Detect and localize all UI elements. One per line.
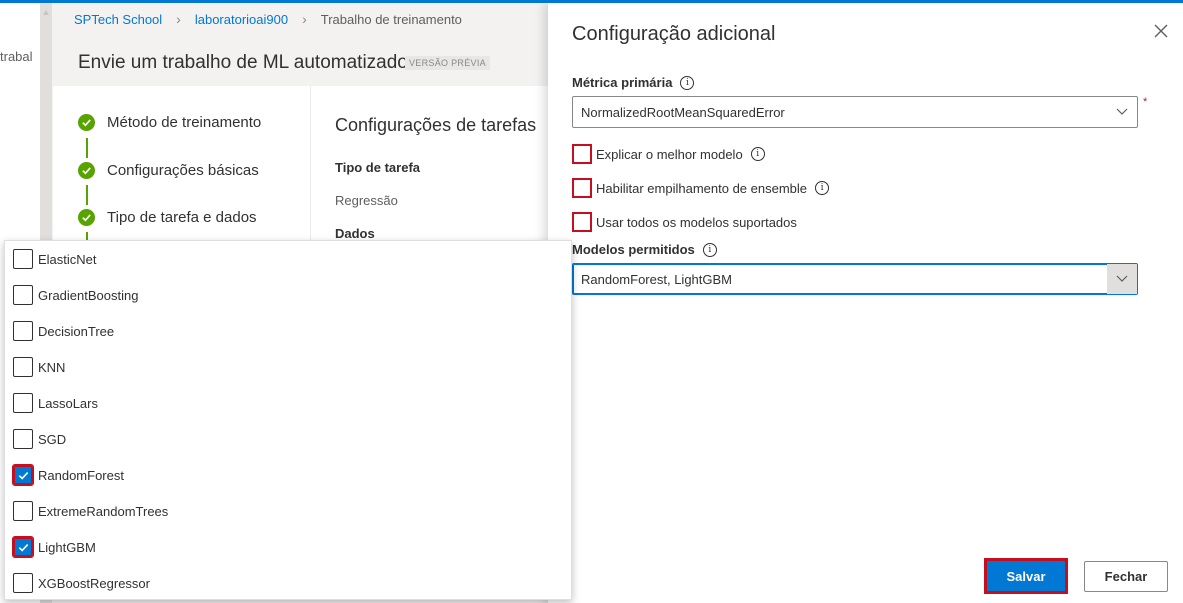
primary-metric-label-text: Métrica primária — [572, 75, 673, 90]
checkbox-box[interactable] — [572, 178, 592, 198]
info-icon[interactable]: i — [680, 75, 695, 90]
info-icon[interactable]: i — [815, 181, 830, 195]
option-label: ExtremeRandomTrees — [38, 503, 169, 519]
checkbox-explain-best-model[interactable]: Explicar o melhor modelo i — [572, 144, 765, 164]
checkbox-box[interactable] — [13, 285, 33, 305]
checkbox-box[interactable] — [13, 573, 33, 593]
breadcrumb-separator-icon: › — [176, 11, 181, 27]
breadcrumb-lab[interactable]: laboratorioai900 — [195, 12, 288, 27]
model-option-sgd[interactable]: SGD — [13, 427, 66, 451]
scroll-up-arrow-icon[interactable] — [43, 10, 49, 15]
info-icon[interactable]: i — [702, 242, 717, 257]
model-option-randomforest[interactable]: RandomForest — [12, 463, 124, 487]
task-type-value: Regressão — [335, 193, 398, 208]
breadcrumb: SPTech School › laboratorioai900 › Traba… — [74, 11, 462, 27]
option-label: SGD — [38, 431, 67, 447]
model-option-elasticnet[interactable]: ElasticNet — [13, 247, 97, 271]
wizard-divider — [310, 86, 311, 246]
checkbox-box[interactable] — [13, 321, 33, 341]
preview-badge: VERSÃO PRÉVIA — [405, 56, 490, 70]
step-connector — [86, 138, 88, 158]
top-accent-bar — [0, 0, 1183, 3]
primary-metric-value: NormalizedRootMeanSquaredError — [581, 104, 785, 120]
panel-title: Configuração adicional — [572, 23, 776, 45]
checked-checkbox-icon[interactable] — [12, 464, 34, 486]
step-training-method[interactable]: Método de treinamento — [78, 114, 261, 131]
required-marker: * — [1143, 96, 1148, 108]
step-label: Tipo de tarefa e dados — [107, 209, 257, 226]
checkbox-box[interactable] — [13, 429, 33, 449]
step-label: Método de treinamento — [107, 114, 262, 131]
option-label: RandomForest — [38, 467, 124, 483]
step-task-type-data[interactable]: Tipo de tarefa e dados — [78, 209, 257, 226]
check-circle-icon — [78, 162, 95, 179]
checked-checkbox-icon[interactable] — [12, 536, 34, 558]
task-type-label: Tipo de tarefa — [335, 160, 421, 175]
model-option-lassolars[interactable]: LassoLars — [13, 391, 98, 415]
checkbox-label: Habilitar empilhamento de ensemble — [596, 180, 808, 196]
step-basic-settings[interactable]: Configurações básicas — [78, 162, 259, 179]
check-circle-icon — [78, 114, 95, 131]
checkbox-box[interactable] — [572, 212, 592, 232]
data-label: Dados — [335, 226, 375, 241]
chevron-down-icon — [1107, 97, 1137, 127]
primary-metric-select[interactable]: NormalizedRootMeanSquaredError — [572, 96, 1138, 128]
checkbox-box[interactable] — [13, 393, 33, 413]
allowed-models-label: Modelos permitidos i — [572, 242, 717, 257]
option-label: LightGBM — [38, 539, 96, 555]
breadcrumb-workspace[interactable]: SPTech School — [74, 12, 162, 27]
checkbox-box[interactable] — [13, 357, 33, 377]
allowed-models-label-text: Modelos permitidos — [572, 242, 695, 257]
model-option-decisiontree[interactable]: DecisionTree — [13, 319, 114, 343]
allowed-models-select[interactable]: RandomForest, LightGBM — [572, 263, 1138, 295]
chevron-down-icon — [1107, 264, 1137, 294]
wizard-title: Envie um trabalho de ML automatizado — [78, 52, 408, 73]
checkbox-box[interactable] — [13, 249, 33, 269]
breadcrumb-current: Trabalho de treinamento — [320, 11, 462, 27]
option-label: ElasticNet — [38, 251, 97, 267]
checkbox-box[interactable] — [13, 501, 33, 521]
model-option-knn[interactable]: KNN — [13, 355, 65, 379]
model-option-xgboostregressor[interactable]: XGBoostRegressor — [13, 571, 150, 595]
task-settings-heading: Configurações de tarefas — [335, 115, 537, 135]
option-label: XGBoostRegressor — [38, 575, 150, 591]
option-label: KNN — [38, 359, 66, 375]
allowed-models-dropdown-list: ElasticNet GradientBoosting DecisionTree… — [4, 240, 572, 600]
checkbox-use-all-models[interactable]: Usar todos os modelos suportados — [572, 212, 797, 232]
option-label: GradientBoosting — [38, 287, 139, 303]
info-icon[interactable]: i — [750, 147, 765, 161]
model-option-extremerandomtrees[interactable]: ExtremeRandomTrees — [13, 499, 168, 523]
model-option-lightgbm[interactable]: LightGBM — [12, 535, 96, 559]
checkbox-label: Usar todos os modelos suportados — [596, 214, 797, 230]
close-icon[interactable] — [1153, 23, 1169, 39]
save-button[interactable]: Salvar — [984, 558, 1068, 594]
option-label: LassoLars — [38, 395, 98, 411]
check-circle-icon — [78, 209, 95, 226]
checkbox-box[interactable] — [572, 144, 592, 164]
breadcrumb-separator-icon: › — [302, 11, 307, 27]
option-label: DecisionTree — [38, 323, 115, 339]
checkbox-label: Explicar o melhor modelo — [596, 146, 743, 162]
step-label: Configurações básicas — [107, 162, 259, 179]
primary-metric-label: Métrica primária i — [572, 75, 695, 90]
close-button[interactable]: Fechar — [1084, 561, 1168, 592]
checkbox-enable-ensemble-stacking[interactable]: Habilitar empilhamento de ensemble i — [572, 178, 830, 198]
additional-config-panel: Configuração adicional Métrica primária … — [548, 3, 1183, 603]
allowed-models-value: RandomForest, LightGBM — [581, 271, 733, 287]
left-nav-text: trabal — [0, 49, 33, 64]
model-option-gradientboosting[interactable]: GradientBoosting — [13, 283, 138, 307]
step-connector — [86, 185, 88, 205]
